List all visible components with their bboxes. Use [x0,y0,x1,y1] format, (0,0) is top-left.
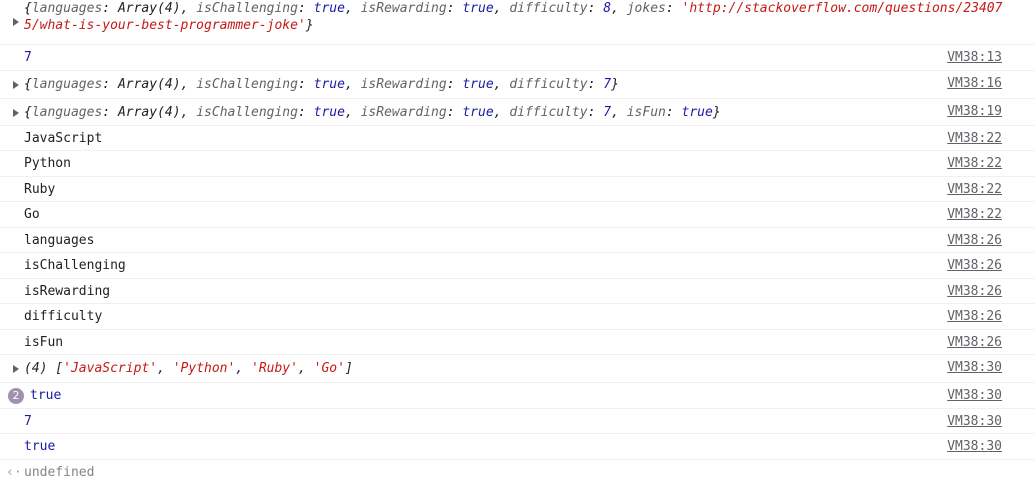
console-row: ‹· undefined [0,460,1035,484]
return-arrow-icon: ‹· [6,464,22,480]
property-key: isChallenging [196,1,298,16]
property-key: difficulty [509,104,588,120]
console-row: Go VM38:22 [0,202,1035,228]
source-link[interactable]: VM38:26 [947,309,1002,324]
property-key: isChallenging [196,104,298,120]
console-row: difficulty VM38:26 [0,304,1035,330]
brace-close: } [712,104,721,120]
array-item: 'Go' [313,361,345,376]
source-link[interactable]: VM38:22 [947,182,1002,197]
property-value: true [313,104,345,120]
console-row: (4) ['JavaScript', 'Python', 'Ruby', 'Go… [0,355,1035,383]
return-value: undefined [24,464,95,480]
console-row: Python VM38:22 [0,151,1035,177]
console-row: 7 VM38:13 [0,45,1035,71]
source-link[interactable]: VM38:30 [947,388,1002,403]
property-key: difficulty [509,1,588,16]
source-link[interactable]: VM38:22 [947,207,1002,222]
property-key: jokes [626,1,666,16]
property-key: isFun [626,104,666,120]
log-message: languages [24,232,95,248]
property-value: true [313,76,345,92]
log-message: difficulty [24,309,103,324]
log-message: isRewarding [24,283,111,299]
brace-open: { [24,104,32,120]
property-key: isRewarding [360,76,447,92]
source-link[interactable]: VM38:30 [947,439,1002,454]
log-message: Python [24,156,71,171]
object-preview[interactable]: {languages: Array(4), isChallenging: tru… [24,105,721,120]
property-key: isChallenging [196,76,298,92]
console-row: {languages: Array(4), isChallenging: tru… [0,99,1035,126]
source-link[interactable]: VM38:30 [947,360,1002,375]
property-key: isRewarding [360,104,447,120]
console-row: 2 true VM38:30 [0,383,1035,409]
property-value: true [681,104,713,120]
object-preview[interactable]: {languages: Array(4), isChallenging: tru… [24,77,619,92]
expand-toggle-icon[interactable] [13,80,19,89]
property-key: isRewarding [360,1,447,16]
console-row: isRewarding VM38:26 [0,279,1035,304]
console-row: isFun VM38:26 [0,330,1035,355]
property-key: languages [31,1,103,16]
console-row: true VM38:30 [0,434,1035,460]
property-value: true [313,1,345,16]
log-message: Ruby [24,181,56,197]
console-row: isChallenging VM38:26 [0,253,1035,279]
brace-open: { [24,76,32,92]
expand-toggle-icon[interactable] [13,365,19,373]
source-link[interactable]: VM38:26 [947,335,1002,350]
object-preview[interactable]: (4) ['JavaScript', 'Python', 'Ruby', 'Go… [24,361,353,376]
source-link[interactable]: VM38:26 [947,284,1002,299]
source-link[interactable]: VM38:26 [947,233,1002,248]
property-key: difficulty [509,76,588,92]
property-value: true [462,76,494,92]
property-value: Array(4) [117,76,181,92]
source-link[interactable]: VM38:13 [947,50,1002,65]
expand-toggle-icon[interactable] [13,108,19,117]
property-value: 8 [603,1,612,16]
source-link[interactable]: VM38:22 [947,156,1002,171]
log-message: true [24,439,56,454]
property-value: Array(4) [117,1,181,16]
property-key: languages [31,76,103,92]
repeat-count-badge: 2 [8,388,24,404]
brace-close: } [611,76,619,92]
console-row: languages VM38:26 [0,228,1035,253]
log-message: JavaScript [24,130,103,146]
property-key: languages [31,104,103,120]
brace-close: } [305,18,314,33]
source-link[interactable]: VM38:22 [947,131,1002,146]
source-link[interactable]: VM38:16 [947,76,1002,91]
array-item: 'Ruby' [251,361,298,376]
log-message: Go [24,207,40,222]
console-row: JavaScript VM38:22 [0,126,1035,151]
array-item: 'Python' [172,361,236,376]
array-item: 'JavaScript' [63,361,158,376]
property-value: true [462,1,494,16]
property-value: 7 [603,76,612,92]
console-log: {languages: Array(4), isChallenging: tru… [0,0,1035,484]
expand-toggle-icon[interactable] [13,18,19,26]
console-row: {languages: Array(4), isChallenging: tru… [0,71,1035,99]
property-value: 7 [603,104,612,120]
console-row: Ruby VM38:22 [0,177,1035,202]
brace-open: { [24,1,32,16]
property-value: Array(4) [117,104,181,120]
log-message: isFun [24,334,64,350]
source-link[interactable]: VM38:30 [947,414,1002,429]
log-message: 7 [24,50,32,65]
source-link[interactable]: VM38:26 [947,258,1002,273]
log-message: true [30,388,62,403]
object-preview[interactable]: {languages: Array(4), isChallenging: tru… [24,0,1009,34]
source-link[interactable]: VM38:19 [947,104,1002,119]
console-row: 7 VM38:30 [0,409,1035,434]
log-message: isChallenging [24,258,126,273]
log-message: 7 [24,413,32,429]
property-value: true [462,104,494,120]
array-length: (4) [24,361,48,376]
console-row: {languages: Array(4), isChallenging: tru… [0,0,1035,45]
